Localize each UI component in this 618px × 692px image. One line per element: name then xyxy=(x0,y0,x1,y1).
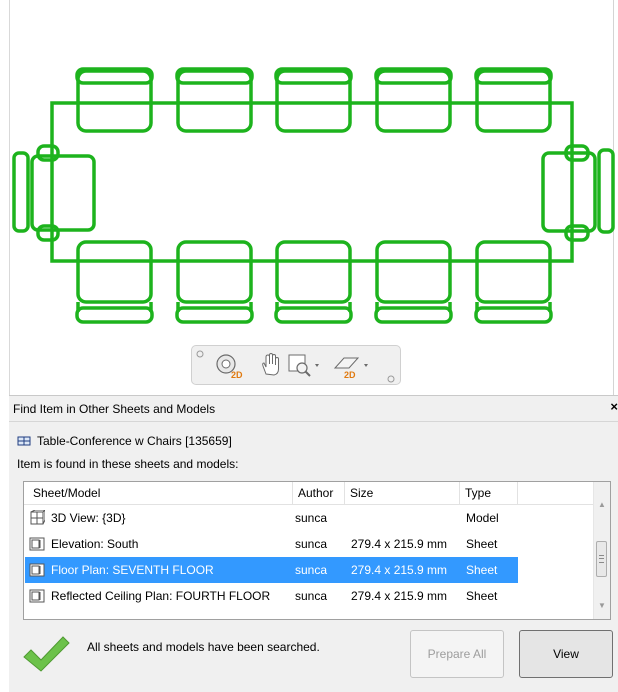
sheet-icon xyxy=(29,537,45,551)
checkmark-icon xyxy=(23,636,70,672)
2d-badge: 2D xyxy=(231,370,243,380)
row-name: Floor Plan: SEVENTH FLOOR xyxy=(29,557,214,583)
row-name: Elevation: South xyxy=(29,531,138,557)
close-button[interactable]: × xyxy=(610,399,618,414)
row-author: sunca xyxy=(295,589,328,603)
navigation-bar: 2D 2D xyxy=(191,345,401,385)
row-author: sunca xyxy=(295,563,328,577)
element-name: Table-Conference w Chairs [135659] xyxy=(37,434,232,448)
element-info: Table-Conference w Chairs [135659] xyxy=(17,434,232,448)
dialog-title: Find Item in Other Sheets and Models xyxy=(13,402,216,416)
column-sheet-model[interactable]: Sheet/Model xyxy=(24,482,293,504)
row-type: Sheet xyxy=(466,537,498,551)
status-text: All sheets and models have been searched… xyxy=(87,640,320,654)
drawing-canvas[interactable]: 2D 2D xyxy=(0,0,618,395)
row-size: 279.4 x 215.9 mm xyxy=(351,563,448,577)
right-end-chair xyxy=(541,144,615,242)
row-type: Sheet xyxy=(466,589,498,603)
column-size[interactable]: Size xyxy=(345,482,460,504)
view-button[interactable]: View xyxy=(519,630,613,678)
scroll-up-arrow-icon[interactable]: ▲ xyxy=(594,500,610,514)
row-name: Reflected Ceiling Plan: FOURTH FLOOR xyxy=(29,583,270,609)
row-name-text: Floor Plan: SEVENTH FLOOR xyxy=(51,563,214,577)
2d-badge: 2D xyxy=(344,370,356,380)
list-scrollbar[interactable]: ▲ ▼ xyxy=(593,482,610,619)
row-name-text: 3D View: {3D} xyxy=(51,511,126,525)
family-element-icon xyxy=(17,436,31,446)
find-item-dialog: Find Item in Other Sheets and Models × T… xyxy=(9,395,618,692)
list-row[interactable]: Elevation: South sunca 279.4 x 215.9 mm … xyxy=(25,531,518,557)
row-type: Sheet xyxy=(466,563,498,577)
column-author[interactable]: Author xyxy=(293,482,345,504)
3d-view-icon xyxy=(30,510,45,525)
scroll-down-arrow-icon[interactable]: ▼ xyxy=(594,601,610,615)
sheet-icon xyxy=(29,589,45,603)
sheets-list[interactable]: Sheet/Model Author Size Type 3D View: {3… xyxy=(23,481,611,620)
sheet-icon xyxy=(29,563,45,577)
list-row[interactable]: 3D View: {3D} sunca Model xyxy=(25,505,518,531)
prepare-all-button[interactable]: Prepare All xyxy=(410,630,504,678)
row-name-text: Elevation: South xyxy=(51,537,139,551)
zoom-window-icon[interactable] xyxy=(288,354,322,378)
bottom-chairs xyxy=(75,240,553,324)
row-name: 3D View: {3D} xyxy=(29,505,126,531)
row-size: 279.4 x 215.9 mm xyxy=(351,589,448,603)
top-chairs xyxy=(75,67,553,133)
left-end-chair xyxy=(12,144,96,242)
row-author: sunca xyxy=(295,511,328,525)
steering-wheel-2d-icon[interactable]: 2D xyxy=(214,352,250,380)
list-row-selected[interactable]: Floor Plan: SEVENTH FLOOR sunca 279.4 x … xyxy=(25,557,518,583)
found-label: Item is found in these sheets and models… xyxy=(17,457,239,471)
scroll-thumb[interactable] xyxy=(596,541,607,577)
list-header: Sheet/Model Author Size Type xyxy=(24,482,595,505)
table-outline xyxy=(50,101,574,263)
column-type[interactable]: Type xyxy=(460,482,518,504)
pan-hand-icon[interactable] xyxy=(258,352,284,378)
section-box-2d-icon[interactable]: 2D xyxy=(332,354,372,380)
toolbar-options-icon[interactable] xyxy=(386,374,396,384)
row-type: Model xyxy=(466,511,499,525)
row-size: 279.4 x 215.9 mm xyxy=(351,537,448,551)
row-name-text: Reflected Ceiling Plan: FOURTH FLOOR xyxy=(51,589,271,603)
toolbar-close-icon[interactable] xyxy=(196,350,204,358)
conference-table-drawing xyxy=(12,67,615,324)
list-row[interactable]: Reflected Ceiling Plan: FOURTH FLOOR sun… xyxy=(25,583,518,609)
row-author: sunca xyxy=(295,537,328,551)
dialog-titlebar[interactable]: Find Item in Other Sheets and Models × xyxy=(9,396,618,422)
